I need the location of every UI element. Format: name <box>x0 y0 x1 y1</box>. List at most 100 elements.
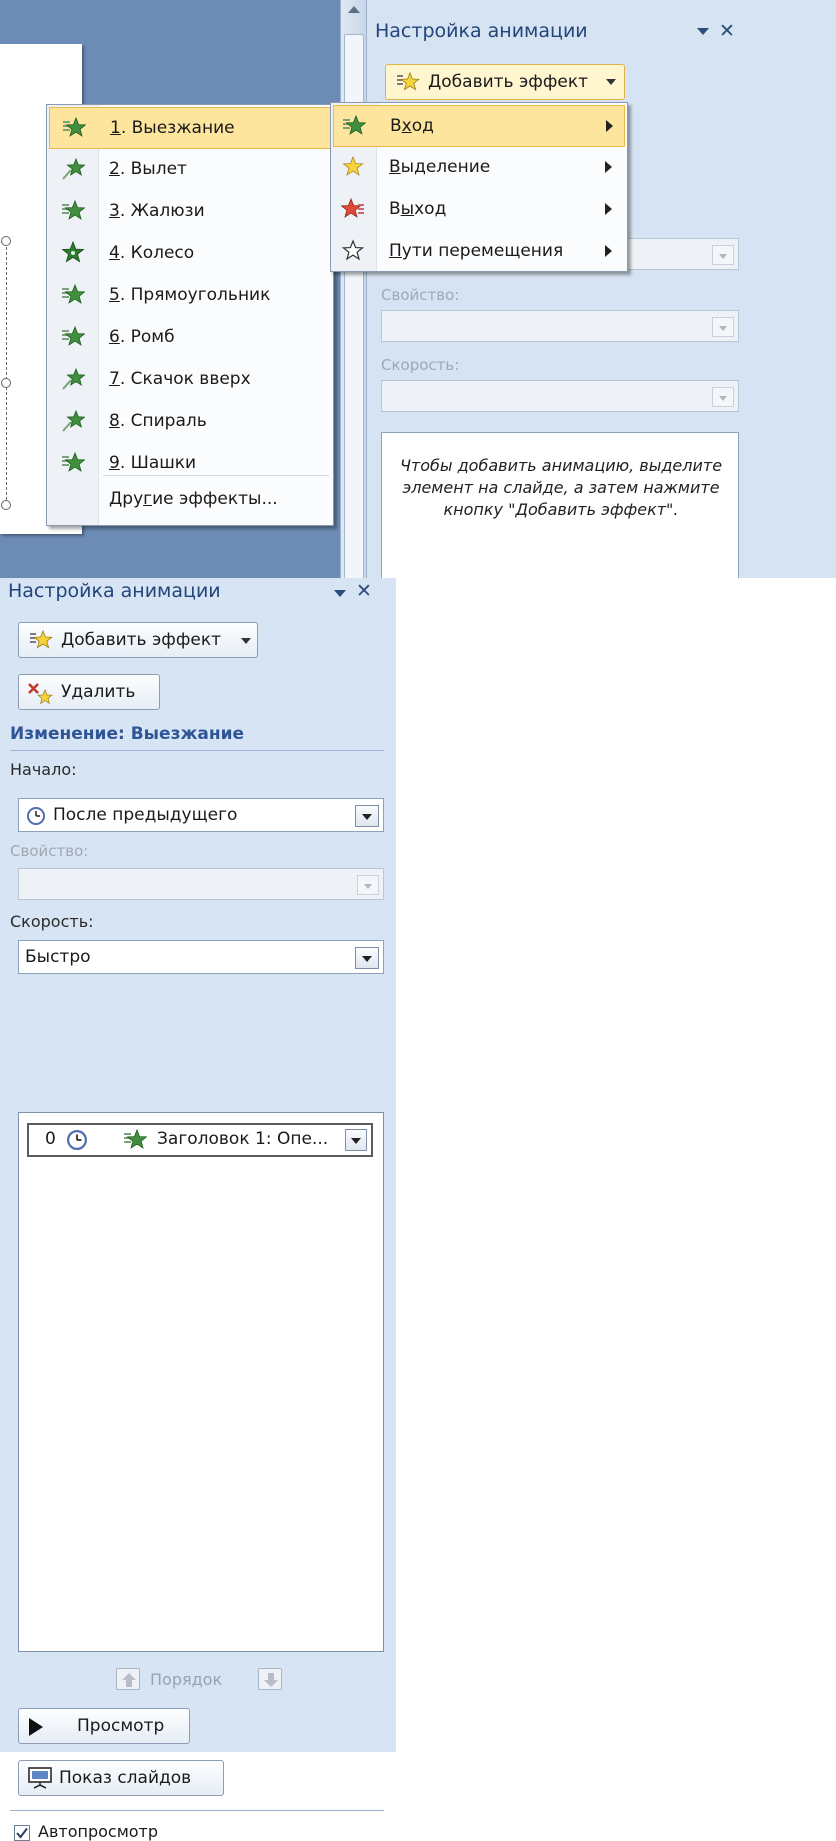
vertical-scrollbar[interactable] <box>340 0 366 594</box>
list-item-index: 0 <box>45 1129 56 1149</box>
pane-menu-icon[interactable] <box>334 590 346 597</box>
dropdown-button <box>712 387 734 407</box>
play-icon <box>29 1718 43 1736</box>
add-effect-icon <box>396 70 420 94</box>
menu-item-effect[interactable]: 2. Вылет <box>49 149 331 191</box>
slideshow-button[interactable]: Показ слайдов <box>18 1760 224 1796</box>
menu-item-effect[interactable]: 6. Ромб <box>49 317 331 359</box>
property-label: Свойство: <box>381 286 460 304</box>
emphasis-star-icon <box>341 155 365 179</box>
dropdown-button <box>357 875 379 895</box>
menu-item-exit[interactable]: Выход <box>333 189 625 231</box>
menu-item-effect[interactable]: 8. Спираль <box>49 401 331 443</box>
effect-shortcut: 2 <box>109 159 120 179</box>
property-label: Свойство: <box>10 842 89 860</box>
effect-fly-icon <box>61 157 85 181</box>
list-item[interactable]: 0 Заголовок 1: Опе... <box>27 1123 373 1157</box>
add-effect-icon <box>29 628 53 652</box>
effect-label: . Скачок вверх <box>119 369 251 389</box>
list-item-text: Заголовок 1: Опе... <box>157 1129 329 1149</box>
category-label: В <box>390 116 402 136</box>
effects-list[interactable]: 0 Заголовок 1: Опе... <box>18 1112 384 1652</box>
effect-star-icon <box>62 116 86 140</box>
entrance-star-icon <box>342 114 366 138</box>
effect-label: . Спираль <box>119 411 207 431</box>
delete-button[interactable]: Удалить <box>18 674 160 710</box>
clock-icon <box>27 807 45 825</box>
list-item-dropdown[interactable] <box>345 1129 367 1151</box>
category-label: ход <box>414 199 447 219</box>
menu-item-effect[interactable]: 1. Выезжание <box>49 107 331 149</box>
effect-star-icon <box>61 451 85 475</box>
chevron-right-icon <box>606 120 613 132</box>
close-icon[interactable]: ✕ <box>719 20 735 42</box>
speed-select[interactable]: Быстро <box>18 940 384 974</box>
slideshow-label: Показ слайдов <box>59 1768 192 1788</box>
pane-title: Настройка анимации <box>375 20 588 42</box>
effect-star-icon <box>61 199 85 223</box>
preview-label: Просмотр <box>77 1716 165 1736</box>
effect-label: . Выезжание <box>120 118 235 138</box>
section-title: Изменение: Выезжание <box>10 724 245 744</box>
start-select[interactable]: После предыдущего <box>18 798 384 832</box>
add-effect-category-menu: Вход Выделение Выход Пути перемещения <box>330 102 628 272</box>
arrow-up-icon <box>122 1673 136 1687</box>
effect-fly-icon <box>61 367 85 391</box>
speed-label: Скорость: <box>381 356 460 374</box>
exit-star-icon <box>341 197 365 221</box>
move-down-button[interactable] <box>258 1668 282 1690</box>
arrow-down-icon <box>264 1673 278 1687</box>
menu-item-effect[interactable]: 4. Колесо <box>49 233 331 275</box>
effect-fly-icon <box>61 409 85 433</box>
dropdown-button <box>712 245 734 265</box>
chevron-down-icon <box>606 79 616 85</box>
clock-icon <box>67 1130 87 1150</box>
selection-handle[interactable] <box>1 236 11 246</box>
menu-item-effect[interactable]: 3. Жалюзи <box>49 191 331 233</box>
more-effects-label: Дру <box>109 489 144 509</box>
effect-label: . Ромб <box>119 327 175 347</box>
menu-item-more-effects[interactable]: Другие эффекты... <box>49 479 331 521</box>
section-divider <box>10 750 384 751</box>
selection-handle[interactable] <box>1 500 11 510</box>
close-icon[interactable]: ✕ <box>356 580 372 602</box>
order-label: Порядок <box>150 1670 223 1689</box>
start-label: Начало: <box>10 760 77 779</box>
dropdown-button[interactable] <box>355 947 379 969</box>
category-label: ути перемещения <box>401 241 564 261</box>
menu-item-entrance[interactable]: Вход <box>333 105 625 147</box>
menu-item-emphasis[interactable]: Выделение <box>333 147 625 189</box>
preview-button[interactable]: Просмотр <box>18 1708 190 1744</box>
menu-item-motion-paths[interactable]: Пути перемещения <box>333 231 625 273</box>
add-effect-button[interactable]: Добавить эффект <box>385 64 625 100</box>
autopreview-label: Автопросмотр <box>38 1822 159 1841</box>
entrance-effects-menu: 1. Выезжание 2. Вылет 3. Жалюзи 4. Колес… <box>46 104 334 526</box>
animation-pane-bottom: Настройка анимации ✕ Добавить эффект Уда… <box>0 578 396 1841</box>
move-up-button[interactable] <box>116 1668 140 1690</box>
dropdown-button[interactable] <box>355 805 379 827</box>
autopreview-checkbox[interactable] <box>14 1825 30 1841</box>
category-label: В <box>389 199 401 219</box>
category-label: ыделение <box>400 157 491 177</box>
pane-menu-icon[interactable] <box>697 28 709 35</box>
pane-title: Настройка анимации <box>8 580 221 602</box>
dropdown-button <box>712 317 734 337</box>
add-effect-label: Добавить эффект <box>428 72 589 92</box>
scroll-up-icon[interactable] <box>348 6 360 13</box>
add-effect-button[interactable]: Добавить эффект <box>18 622 258 658</box>
effect-shortcut: 8 <box>109 411 120 431</box>
effect-label: . Жалюзи <box>119 201 205 221</box>
category-shortcut: В <box>389 157 401 177</box>
chevron-down-icon <box>241 638 251 644</box>
effect-shortcut: 3 <box>109 201 120 221</box>
category-label: од <box>411 116 434 136</box>
motion-path-star-icon <box>341 239 365 263</box>
selection-border <box>6 242 7 510</box>
effect-star-icon <box>61 283 85 307</box>
selection-handle[interactable] <box>1 378 11 388</box>
property-select-disabled <box>18 868 384 900</box>
animation-pane-top: Настройка анимации ✕ Добавить эффект Сво… <box>366 0 836 578</box>
chevron-right-icon <box>605 245 612 257</box>
menu-item-effect[interactable]: 7. Скачок вверх <box>49 359 331 401</box>
menu-item-effect[interactable]: 5. Прямоугольник <box>49 275 331 317</box>
